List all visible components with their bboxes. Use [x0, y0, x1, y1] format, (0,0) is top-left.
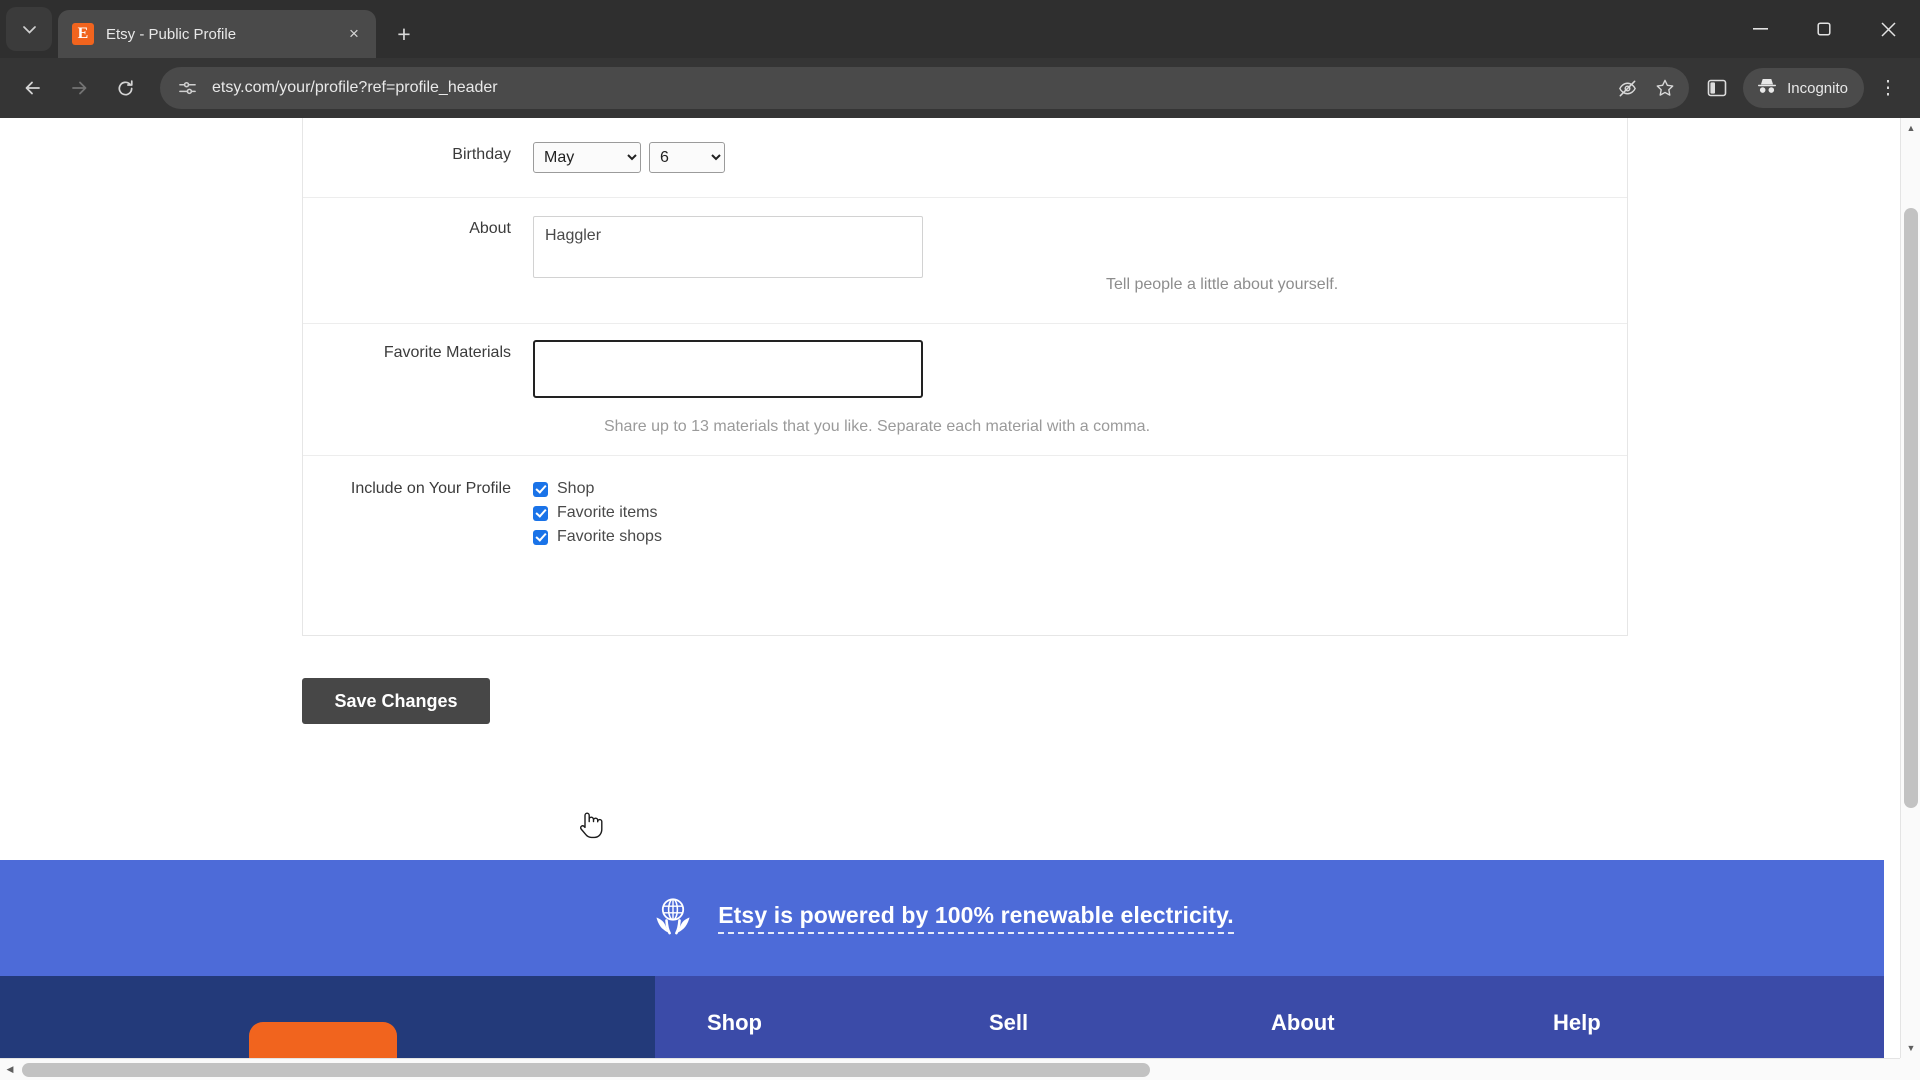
tab-search-button[interactable]	[6, 7, 52, 51]
favorite-materials-input[interactable]	[533, 340, 923, 398]
side-panel-icon[interactable]	[1697, 68, 1737, 108]
chevron-down-icon	[22, 21, 36, 38]
birthday-label: Birthday	[452, 146, 511, 163]
footer-heading-shop: Shop	[707, 1010, 762, 1035]
birthday-day-select[interactable]: 6	[649, 142, 725, 173]
tracking-protection-icon[interactable]	[1611, 72, 1643, 104]
page-viewport: Birthday May 6 About Haggler Tell people…	[0, 118, 1920, 1080]
browser-menu-icon[interactable]: ⋮	[1868, 66, 1908, 110]
vertical-scrollbar-thumb[interactable]	[1904, 208, 1918, 808]
include-on-profile-field: Shop Favorite items Favorite shops	[533, 480, 1627, 546]
incognito-label: Incognito	[1787, 79, 1848, 97]
footer-heading-help: Help	[1553, 1010, 1601, 1035]
form-row-include-on-profile: Include on Your Profile Shop Favorite it…	[303, 456, 1627, 580]
browser-window: E Etsy - Public Profile × + etsy.com/you…	[0, 0, 1920, 1080]
globe-in-hands-icon	[650, 893, 696, 944]
scroll-up-arrow-icon[interactable]: ▲	[1901, 118, 1920, 138]
form-row-about: About Tell people a little about yoursel…	[303, 198, 1627, 324]
tab-strip: E Etsy - Public Profile × +	[0, 0, 1920, 58]
birthday-field: May 6	[533, 142, 1627, 173]
checkbox-row-favorite-items[interactable]: Favorite items	[533, 504, 1627, 522]
renewable-electricity-link[interactable]: Etsy is powered by 100% renewable electr…	[718, 902, 1234, 934]
back-button[interactable]	[12, 67, 54, 109]
forward-button[interactable]	[58, 67, 100, 109]
bookmark-star-icon[interactable]	[1649, 72, 1681, 104]
checkbox-favorite-items-label: Favorite items	[557, 504, 658, 521]
renewable-electricity-banner: Etsy is powered by 100% renewable electr…	[0, 860, 1884, 976]
maximize-icon[interactable]	[1792, 0, 1856, 58]
tab-etsy-public-profile[interactable]: E Etsy - Public Profile ×	[58, 10, 376, 58]
profile-form-card: Birthday May 6 About Haggler Tell people…	[302, 118, 1628, 636]
close-tab-icon[interactable]: ×	[342, 22, 366, 46]
address-bar[interactable]: etsy.com/your/profile?ref=profile_header	[160, 67, 1690, 109]
favorite-materials-field: Share up to 13 materials that you like. …	[533, 340, 1627, 435]
save-changes-area: Save Changes	[302, 678, 490, 724]
window-controls	[1728, 0, 1920, 58]
toolbar-right-group: Incognito ⋮	[1697, 66, 1908, 110]
favorite-materials-label: Favorite Materials	[383, 344, 511, 361]
new-tab-button[interactable]: +	[386, 16, 422, 52]
checkbox-row-favorite-shops[interactable]: Favorite shops	[533, 528, 1627, 546]
include-on-profile-label: Include on Your Profile	[350, 480, 511, 497]
about-field: Tell people a little about yourself.	[533, 216, 1627, 293]
checkbox-favorite-shops[interactable]	[533, 529, 548, 545]
about-textarea[interactable]	[533, 216, 923, 278]
checkbox-shop[interactable]	[533, 481, 548, 497]
tab-title: Etsy - Public Profile	[106, 25, 237, 43]
browser-toolbar: etsy.com/your/profile?ref=profile_header	[0, 58, 1920, 118]
vertical-scrollbar[interactable]: ▲ ▼	[1900, 118, 1920, 1058]
mouse-cursor-pointer	[578, 810, 604, 840]
horizontal-scrollbar-thumb[interactable]	[22, 1063, 1150, 1077]
site-settings-icon[interactable]	[174, 75, 200, 101]
scroll-down-arrow-icon[interactable]: ▼	[1901, 1038, 1920, 1058]
checkbox-row-shop[interactable]: Shop	[533, 480, 1627, 498]
about-label: About	[469, 220, 511, 237]
about-hint: Tell people a little about yourself.	[1106, 276, 1339, 293]
checkbox-favorite-items[interactable]	[533, 505, 548, 521]
horizontal-scrollbar[interactable]: ◀	[0, 1058, 1900, 1080]
reload-button[interactable]	[104, 67, 146, 109]
save-changes-button[interactable]: Save Changes	[302, 678, 490, 724]
footer-heading-about: About	[1271, 1010, 1335, 1035]
form-row-favorite-materials: Favorite Materials Share up to 13 materi…	[303, 324, 1627, 456]
checkbox-shop-label: Shop	[557, 480, 595, 497]
incognito-hat-icon	[1756, 77, 1778, 99]
url-text[interactable]: etsy.com/your/profile?ref=profile_header	[212, 79, 1611, 97]
scroll-left-arrow-icon[interactable]: ◀	[0, 1059, 20, 1080]
checkbox-favorite-shops-label: Favorite shops	[557, 528, 662, 545]
form-row-birthday: Birthday May 6	[303, 118, 1627, 198]
scrollbar-corner	[1900, 1058, 1920, 1080]
footer-heading-sell: Sell	[989, 1010, 1029, 1035]
etsy-favicon-icon: E	[72, 23, 94, 45]
favorite-materials-hint: Share up to 13 materials that you like. …	[603, 418, 1151, 435]
incognito-indicator[interactable]: Incognito	[1743, 68, 1864, 108]
close-window-icon[interactable]	[1856, 0, 1920, 58]
minimize-icon[interactable]	[1728, 0, 1792, 58]
etsy-public-profile-page: Birthday May 6 About Haggler Tell people…	[0, 118, 1884, 1080]
birthday-month-select[interactable]: May	[533, 142, 641, 173]
